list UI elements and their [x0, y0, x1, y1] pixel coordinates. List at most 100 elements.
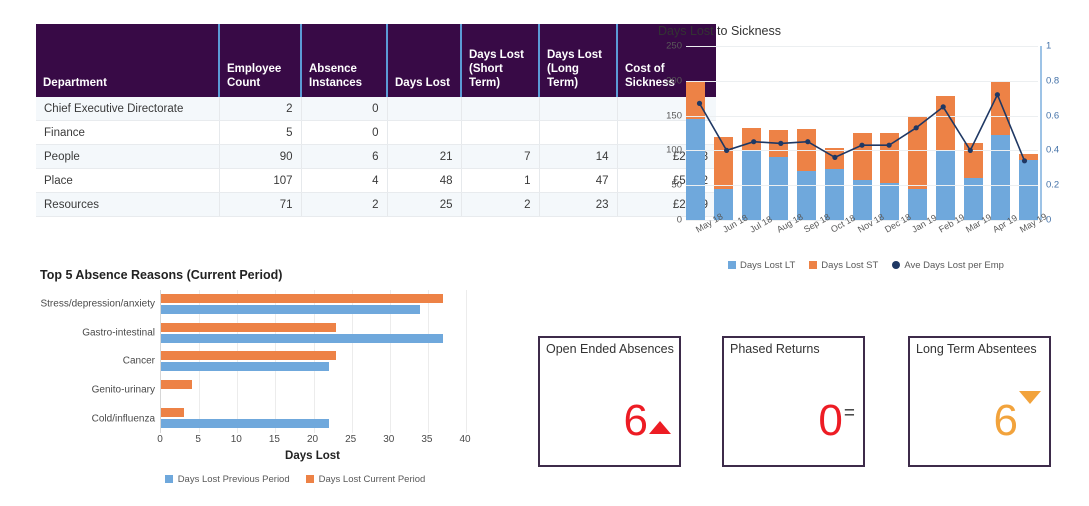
reasons-x-tick: 0 [157, 434, 163, 445]
gridline [686, 116, 1038, 117]
table-header-row: Department Employee Count Absence Instan… [36, 24, 716, 97]
reasons-bar-row[interactable]: Cold/influenza [161, 404, 466, 433]
cell-days-lost-long: 14 [539, 145, 617, 169]
column-header-department[interactable]: Department [36, 24, 219, 97]
legend-item[interactable]: Days Lost Current Period [306, 474, 426, 485]
sickness-y-tick: 200 [666, 75, 682, 86]
sickness-bar-column[interactable] [853, 46, 872, 220]
triangle-up-icon [649, 404, 671, 422]
bar-days-lost-previous-period [161, 334, 443, 343]
sickness-bar-column[interactable] [686, 46, 705, 220]
bar-days-lost-current-period [161, 294, 443, 303]
reasons-category-label: Genito-urinary [92, 385, 155, 396]
reasons-x-tick: 35 [421, 434, 432, 445]
column-header-days-lost[interactable]: Days Lost [387, 24, 461, 97]
bar-segment-days-lost-lt [686, 119, 705, 220]
column-header-employee-count[interactable]: Employee Count [219, 24, 301, 97]
reasons-x-tick: 5 [195, 434, 201, 445]
kpi-value-group: 6 [624, 402, 671, 439]
cell-employee-count: 2 [219, 97, 301, 121]
reasons-x-tick: 10 [231, 434, 242, 445]
reasons-bar-row[interactable]: Cancer [161, 347, 466, 376]
legend-item[interactable]: Days Lost LT [728, 260, 795, 271]
sickness-plot-area [686, 46, 1038, 220]
cell-days-lost [387, 97, 461, 121]
bar-days-lost-previous-period [161, 305, 420, 314]
cell-days-lost-long: 47 [539, 169, 617, 193]
cell-employee-count: 71 [219, 193, 301, 217]
reasons-x-tick: 25 [345, 434, 356, 445]
kpi-value-group: 6 [994, 402, 1041, 439]
table-row[interactable]: Place107448147£5,882 [36, 169, 716, 193]
bar-segment-days-lost-st [686, 81, 705, 119]
table-row[interactable]: Finance50 [36, 121, 716, 145]
cell-days-lost-short: 1 [461, 169, 539, 193]
sickness-bar-column[interactable] [825, 46, 844, 220]
sickness-x-axis-labels: May 18Jun 18Jul 18Aug 18Sep 18Oct 18Nov … [686, 224, 1038, 264]
table-row[interactable]: Chief Executive Directorate20 [36, 97, 716, 121]
sickness-bar-column[interactable] [714, 46, 733, 220]
sickness-bar-group [686, 46, 1038, 220]
gridline [686, 150, 1038, 151]
sickness-y2-tick: 0.2 [1046, 180, 1059, 191]
table-row[interactable]: People90621714£2,278 [36, 145, 716, 169]
sickness-y2-tick: 1 [1046, 41, 1051, 52]
bar-segment-days-lost-lt [769, 157, 788, 220]
bar-segment-days-lost-lt [880, 183, 899, 220]
sickness-bar-column[interactable] [769, 46, 788, 220]
reasons-bar-row[interactable]: Stress/depression/anxiety [161, 290, 466, 319]
table-body: Chief Executive Directorate20Finance50Pe… [36, 97, 716, 217]
top-absence-reasons-chart: Top 5 Absence Reasons (Current Period) S… [40, 268, 490, 493]
reasons-legend: Days Lost Previous Period Days Lost Curre… [100, 474, 490, 485]
column-header-days-lost-short-term[interactable]: Days Lost (Short Term) [461, 24, 539, 97]
kpi-card-long-term-absentees[interactable]: Long Term Absentees 6 [908, 336, 1051, 467]
right-axis-line [1040, 46, 1042, 220]
sickness-bar-column[interactable] [991, 46, 1010, 220]
sickness-legend: Days Lost LT Days Lost ST Ave Days Lost pe… [656, 260, 1076, 271]
legend-item[interactable]: Days Lost Previous Period [165, 474, 290, 485]
legend-label: Ave Days Lost per Emp [904, 260, 1004, 271]
cell-employee-count: 90 [219, 145, 301, 169]
cell-days-lost: 48 [387, 169, 461, 193]
kpi-card-open-ended-absences[interactable]: Open Ended Absences 6 [538, 336, 681, 467]
sickness-bar-column[interactable] [742, 46, 761, 220]
cell-days-lost-short [461, 97, 539, 121]
triangle-down-icon [1019, 404, 1041, 422]
cell-department: Place [36, 169, 219, 193]
cell-days-lost [387, 121, 461, 145]
kpi-card-phased-returns[interactable]: Phased Returns 0 = [722, 336, 865, 467]
cell-days-lost-long [539, 121, 617, 145]
sickness-bar-column[interactable] [1019, 46, 1038, 220]
cell-department: Chief Executive Directorate [36, 97, 219, 121]
sickness-bar-column[interactable] [908, 46, 927, 220]
reasons-x-tick: 15 [269, 434, 280, 445]
legend-item[interactable]: Days Lost ST [809, 260, 878, 271]
bar-days-lost-previous-period [161, 419, 329, 428]
sickness-y-tick: 250 [666, 41, 682, 52]
reasons-bar-row[interactable]: Genito-urinary [161, 376, 466, 405]
kpi-title: Open Ended Absences [546, 342, 674, 358]
reasons-bar-row[interactable]: Gastro-intestinal [161, 319, 466, 348]
bar-days-lost-current-period [161, 323, 336, 332]
column-header-days-lost-long-term[interactable]: Days Lost (Long Term) [539, 24, 617, 97]
sickness-y-axis-right: 00.20.40.60.81 [1046, 46, 1076, 220]
sickness-bar-column[interactable] [880, 46, 899, 220]
kpi-value: 6 [994, 402, 1018, 439]
legend-item[interactable]: Ave Days Lost per Emp [892, 260, 1004, 271]
sickness-bar-column[interactable] [936, 46, 955, 220]
table-row[interactable]: Resources71225223£2,719 [36, 193, 716, 217]
kpi-value: 0 [818, 402, 842, 439]
bar-segment-days-lost-st [769, 130, 788, 157]
cell-absence-instances: 4 [301, 169, 387, 193]
sickness-bar-column[interactable] [797, 46, 816, 220]
cell-absence-instances: 0 [301, 121, 387, 145]
kpi-value: 6 [624, 402, 648, 439]
reasons-plot-area: Stress/depression/anxietyGastro-intestin… [160, 290, 466, 433]
sickness-bar-column[interactable] [964, 46, 983, 220]
bar-segment-days-lost-lt [991, 135, 1010, 220]
equals-icon: = [844, 404, 855, 423]
bar-segment-days-lost-lt [825, 169, 844, 221]
cell-absence-instances: 6 [301, 145, 387, 169]
bar-days-lost-current-period [161, 380, 192, 389]
column-header-absence-instances[interactable]: Absence Instances [301, 24, 387, 97]
